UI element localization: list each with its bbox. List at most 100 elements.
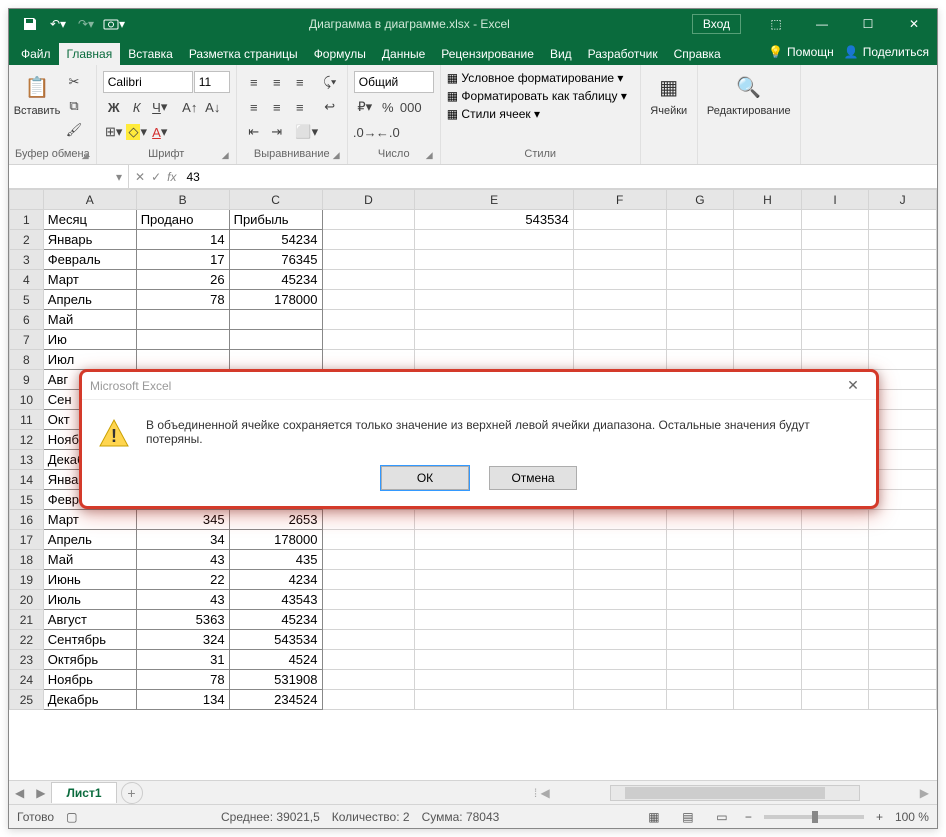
camera-icon[interactable]: ▾: [101, 11, 127, 37]
cell-H19[interactable]: [734, 570, 802, 590]
share-button[interactable]: 👤 Поделиться: [844, 45, 929, 59]
cell-F20[interactable]: [573, 590, 666, 610]
cell-J20[interactable]: [869, 590, 937, 610]
cells-button[interactable]: ▦ Ячейки: [647, 71, 691, 117]
cell-styles-button[interactable]: ▦ Стили ячеек ▾: [447, 107, 540, 121]
cell-A24[interactable]: Ноябрь: [43, 670, 136, 690]
row-header-12[interactable]: 12: [10, 430, 44, 450]
wrap-text-icon[interactable]: ↩: [319, 96, 341, 118]
cell-A6[interactable]: Май: [43, 310, 136, 330]
row-header-11[interactable]: 11: [10, 410, 44, 430]
add-sheet-icon[interactable]: +: [121, 782, 143, 804]
cell-J9[interactable]: [869, 370, 937, 390]
cell-F22[interactable]: [573, 630, 666, 650]
cell-C1[interactable]: Прибыль: [229, 210, 322, 230]
macro-record-icon[interactable]: ▢: [66, 810, 77, 824]
cell-D25[interactable]: [322, 690, 415, 710]
align-right-icon[interactable]: ≡: [289, 96, 311, 118]
cell-I21[interactable]: [801, 610, 869, 630]
cell-C7[interactable]: [229, 330, 322, 350]
fx-icon[interactable]: fx: [167, 170, 176, 184]
cell-G3[interactable]: [666, 250, 734, 270]
cell-I22[interactable]: [801, 630, 869, 650]
close-icon[interactable]: ✕: [891, 9, 937, 39]
column-header-A[interactable]: A: [43, 190, 136, 210]
cell-G5[interactable]: [666, 290, 734, 310]
cell-B8[interactable]: [136, 350, 229, 370]
row-header-25[interactable]: 25: [10, 690, 44, 710]
cell-E23[interactable]: [415, 650, 573, 670]
cell-D17[interactable]: [322, 530, 415, 550]
cell-H2[interactable]: [734, 230, 802, 250]
cell-H20[interactable]: [734, 590, 802, 610]
cell-D2[interactable]: [322, 230, 415, 250]
cell-J4[interactable]: [869, 270, 937, 290]
cell-J3[interactable]: [869, 250, 937, 270]
cell-A25[interactable]: Декабрь: [43, 690, 136, 710]
cell-A18[interactable]: Май: [43, 550, 136, 570]
indent-decrease-icon[interactable]: ⇤: [243, 121, 265, 143]
row-header-16[interactable]: 16: [10, 510, 44, 530]
font-grow-icon[interactable]: A↑: [179, 96, 201, 118]
number-launcher-icon[interactable]: ◢: [426, 150, 438, 162]
cell-D5[interactable]: [322, 290, 415, 310]
cell-C18[interactable]: 435: [229, 550, 322, 570]
cell-B4[interactable]: 26: [136, 270, 229, 290]
number-format-select[interactable]: [354, 71, 434, 93]
bold-icon[interactable]: Ж: [103, 96, 125, 118]
cell-A5[interactable]: Апрель: [43, 290, 136, 310]
cell-C17[interactable]: 178000: [229, 530, 322, 550]
cell-F19[interactable]: [573, 570, 666, 590]
cell-E24[interactable]: [415, 670, 573, 690]
cell-G1[interactable]: [666, 210, 734, 230]
cell-E17[interactable]: [415, 530, 573, 550]
cell-B24[interactable]: 78: [136, 670, 229, 690]
cell-E20[interactable]: [415, 590, 573, 610]
cell-E16[interactable]: [415, 510, 573, 530]
cell-F5[interactable]: [573, 290, 666, 310]
cell-F7[interactable]: [573, 330, 666, 350]
cell-H8[interactable]: [734, 350, 802, 370]
cell-J11[interactable]: [869, 410, 937, 430]
cell-J6[interactable]: [869, 310, 937, 330]
align-middle-icon[interactable]: ≡: [266, 71, 288, 93]
cell-I16[interactable]: [801, 510, 869, 530]
cell-F24[interactable]: [573, 670, 666, 690]
cell-A3[interactable]: Февраль: [43, 250, 136, 270]
row-header-24[interactable]: 24: [10, 670, 44, 690]
row-header-17[interactable]: 17: [10, 530, 44, 550]
format-painter-icon[interactable]: 🖌: [63, 119, 85, 141]
cell-A4[interactable]: Март: [43, 270, 136, 290]
font-name-select[interactable]: [103, 71, 193, 93]
cell-I2[interactable]: [801, 230, 869, 250]
cell-A8[interactable]: Июл: [43, 350, 136, 370]
cell-D7[interactable]: [322, 330, 415, 350]
cell-C25[interactable]: 234524: [229, 690, 322, 710]
cell-D20[interactable]: [322, 590, 415, 610]
tab-insert[interactable]: Вставка: [120, 43, 181, 65]
cell-H7[interactable]: [734, 330, 802, 350]
cell-G23[interactable]: [666, 650, 734, 670]
cell-D23[interactable]: [322, 650, 415, 670]
cell-C5[interactable]: 178000: [229, 290, 322, 310]
cell-C4[interactable]: 45234: [229, 270, 322, 290]
row-header-21[interactable]: 21: [10, 610, 44, 630]
cell-F17[interactable]: [573, 530, 666, 550]
currency-icon[interactable]: ₽▾: [354, 96, 376, 118]
cell-F8[interactable]: [573, 350, 666, 370]
cell-G25[interactable]: [666, 690, 734, 710]
cell-E4[interactable]: [415, 270, 573, 290]
cell-A16[interactable]: Март: [43, 510, 136, 530]
tell-me[interactable]: 💡 Помощн: [768, 45, 834, 59]
font-color-icon[interactable]: A▾: [149, 121, 171, 143]
indent-increase-icon[interactable]: ⇥: [266, 121, 288, 143]
column-header-I[interactable]: I: [801, 190, 869, 210]
sheet-nav-next-icon[interactable]: ▶: [30, 786, 51, 800]
row-header-1[interactable]: 1: [10, 210, 44, 230]
cell-C21[interactable]: 45234: [229, 610, 322, 630]
cell-C19[interactable]: 4234: [229, 570, 322, 590]
cell-E19[interactable]: [415, 570, 573, 590]
cell-D8[interactable]: [322, 350, 415, 370]
cell-E21[interactable]: [415, 610, 573, 630]
cut-icon[interactable]: ✂: [63, 71, 85, 93]
